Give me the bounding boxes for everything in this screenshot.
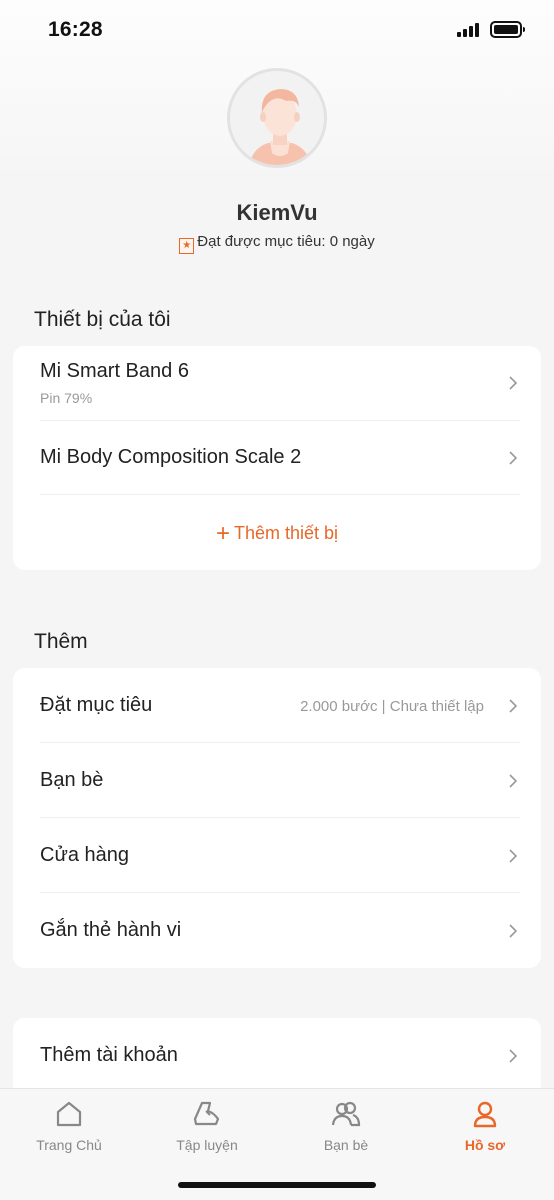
username: KiemVu	[236, 200, 318, 225]
more-card: Đặt mục tiêu 2.000 bước | Chưa thiết lập…	[13, 668, 541, 968]
chevron-right-icon	[509, 1049, 518, 1063]
add-device-button[interactable]: + Thêm thiết bị	[13, 520, 541, 548]
profile-icon	[473, 1101, 497, 1128]
menu-item-label: Đặt mục tiêu	[40, 694, 153, 716]
home-icon	[56, 1101, 82, 1127]
battery-icon	[490, 21, 525, 38]
menu-item-set-goal[interactable]: Đặt mục tiêu 2.000 bước | Chưa thiết lập	[40, 692, 520, 722]
profile-screen: 16:28 KiemVu ★ Đạt được mục tiêu: 0 ngày …	[0, 0, 554, 1200]
goal-value: 2.000 bước | Chưa thiết lập	[300, 698, 484, 715]
add-device-label: Thêm thiết bị	[233, 523, 339, 543]
shoe-icon	[193, 1101, 220, 1126]
device-battery: Pin 79%	[40, 390, 93, 406]
menu-item-behavior-tags[interactable]: Gắn thẻ hành vi	[40, 917, 520, 947]
status-time: 16:28	[48, 18, 103, 41]
signal-icon	[457, 23, 483, 37]
tab-label: Bạn bè	[323, 1137, 369, 1153]
tab-label: Tập luyện	[176, 1137, 238, 1153]
menu-item-friends[interactable]: Bạn bè	[40, 767, 520, 797]
medal-icon: ★	[179, 238, 195, 254]
menu-item-label: Gắn thẻ hành vi	[40, 919, 182, 941]
plus-icon: +	[215, 520, 230, 547]
more-section-title: Thêm	[34, 630, 88, 653]
device-row-band[interactable]: Mi Smart Band 6 Pin 79%	[40, 360, 520, 420]
chevron-right-icon	[509, 376, 518, 390]
chevron-right-icon	[509, 849, 518, 863]
divider	[40, 420, 520, 421]
divider	[40, 742, 520, 743]
devices-card: Mi Smart Band 6 Pin 79% Mi Body Composit…	[13, 346, 541, 570]
menu-item-label: Cửa hàng	[40, 844, 130, 866]
tab-label: Trang Chủ	[36, 1137, 102, 1153]
device-name: Mi Smart Band 6	[40, 360, 189, 382]
chevron-right-icon	[509, 774, 518, 788]
goal-streak-text: Đạt được mục tiêu: 0 ngày	[197, 233, 375, 250]
goal-streak: ★ Đạt được mục tiêu: 0 ngày	[0, 233, 554, 254]
chevron-right-icon	[509, 924, 518, 938]
device-name: Mi Body Composition Scale 2	[40, 446, 302, 468]
chevron-right-icon	[509, 451, 518, 465]
device-row-scale[interactable]: Mi Body Composition Scale 2	[40, 446, 520, 476]
status-bar: 16:28	[0, 0, 554, 60]
tab-friends[interactable]: Bạn bè	[277, 1089, 415, 1169]
tab-label: Hồ sơ	[464, 1137, 506, 1153]
divider	[40, 494, 520, 495]
menu-item-store[interactable]: Cửa hàng	[40, 842, 520, 872]
divider	[40, 817, 520, 818]
divider	[40, 892, 520, 893]
menu-item-label: Thêm tài khoản	[40, 1044, 178, 1066]
chevron-right-icon	[509, 699, 518, 713]
menu-item-add-account[interactable]: Thêm tài khoản	[40, 1042, 520, 1072]
tab-home[interactable]: Trang Chủ	[0, 1089, 138, 1169]
tab-profile[interactable]: Hồ sơ	[416, 1089, 554, 1169]
avatar[interactable]	[227, 68, 327, 168]
home-indicator[interactable]	[178, 1182, 376, 1188]
friends-icon	[331, 1101, 361, 1127]
tab-workout[interactable]: Tập luyện	[138, 1089, 276, 1169]
menu-item-label: Bạn bè	[40, 769, 104, 791]
devices-section-title: Thiết bị của tôi	[34, 308, 171, 331]
